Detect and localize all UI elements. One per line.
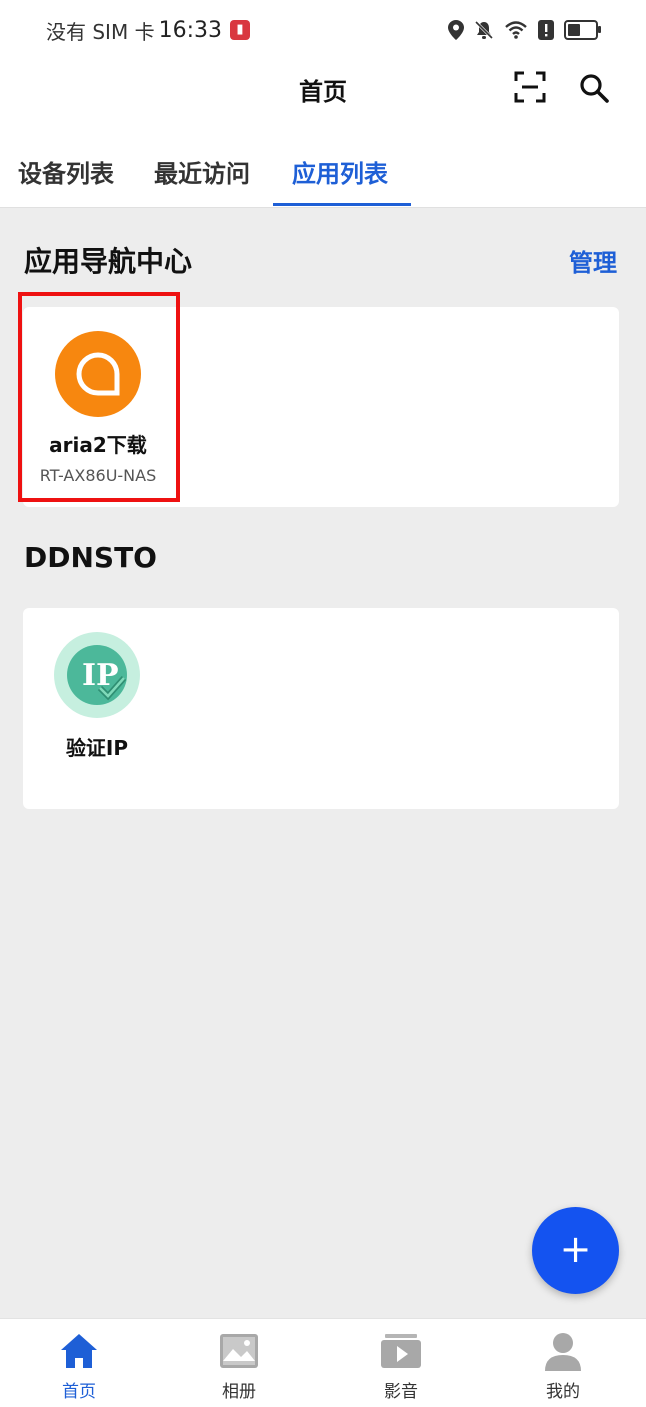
clock: 16:33	[158, 17, 222, 43]
highlight-box	[18, 292, 180, 502]
alert-icon	[538, 20, 554, 40]
battery-icon	[564, 20, 601, 40]
bottom-nav: 首页 相册 影音 我的	[0, 1318, 646, 1407]
nav-profile-label: 我的	[546, 1382, 580, 1402]
nav-home-label: 首页	[62, 1382, 96, 1402]
profile-icon	[545, 1333, 581, 1371]
tab-bar: 设备列表 最近访问 应用列表	[0, 150, 646, 208]
album-icon	[220, 1334, 258, 1368]
top-bar: 没有 SIM 卡 16:33 ▮ 首页 设备列表 最近访问 应用列表	[0, 0, 646, 208]
header: 首页	[0, 60, 646, 120]
carrier-text: 没有 SIM 卡	[46, 19, 155, 44]
search-icon[interactable]	[578, 72, 610, 104]
media-icon	[381, 1334, 421, 1368]
nav-media-label: 影音	[384, 1382, 418, 1402]
nav-media[interactable]: 影音	[356, 1331, 446, 1402]
add-fab-button[interactable]: +	[532, 1207, 619, 1294]
tab-recent[interactable]: 最近访问	[154, 154, 250, 189]
app-name: 验证IP	[65, 736, 129, 760]
wifi-icon	[505, 21, 527, 39]
app-tile-verify-ip[interactable]: IP 验证IP	[17, 632, 177, 761]
page-title: 首页	[299, 78, 347, 106]
book-notification-icon: ▮	[229, 20, 250, 40]
scan-icon[interactable]	[514, 71, 546, 103]
mute-bell-icon	[474, 20, 494, 40]
manage-button[interactable]: 管理	[569, 243, 617, 278]
nav-album[interactable]: 相册	[194, 1331, 284, 1402]
tab-device-list[interactable]: 设备列表	[18, 154, 114, 189]
home-icon	[61, 1334, 97, 1368]
ip-verify-icon: IP	[54, 632, 140, 718]
nav-album-label: 相册	[222, 1382, 256, 1402]
section-title-ddnsto: DDNSTO	[24, 541, 157, 574]
nav-profile[interactable]: 我的	[518, 1331, 608, 1402]
tab-app-list[interactable]: 应用列表	[292, 154, 388, 189]
nav-home[interactable]: 首页	[34, 1331, 124, 1402]
location-icon	[448, 20, 464, 40]
section-title-app-nav: 应用导航中心	[24, 245, 193, 278]
status-bar: 没有 SIM 卡 16:33 ▮	[46, 16, 601, 44]
active-tab-indicator	[273, 203, 411, 206]
